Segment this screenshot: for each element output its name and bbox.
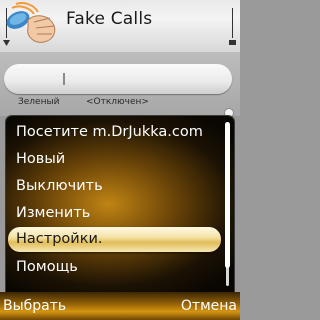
- select-softkey[interactable]: Выбрать: [3, 298, 66, 314]
- battery-indicator-icon: [229, 8, 236, 45]
- title-bar: Fake Calls: [0, 0, 240, 52]
- menu-item-help[interactable]: Помощь: [6, 255, 222, 280]
- text-cursor: [63, 73, 65, 85]
- idle-panel: Зеленый <Отключен>: [0, 52, 240, 118]
- cancel-softkey[interactable]: Отмена: [181, 298, 237, 314]
- status-state: <Отключен>: [86, 97, 149, 107]
- status-profile: Зеленый: [18, 97, 60, 107]
- app-title: Fake Calls: [66, 9, 153, 29]
- search-field[interactable]: [4, 64, 232, 94]
- options-menu: Посетите m.DrJukka.com Новый Выключить И…: [6, 116, 234, 292]
- phone-hand-icon: [6, 2, 56, 43]
- menu-item-turn-off[interactable]: Выключить: [6, 174, 222, 199]
- menu-item-visit-site[interactable]: Посетите m.DrJukka.com: [6, 120, 222, 145]
- menu-item-settings[interactable]: Настройки.: [8, 227, 221, 252]
- scrollbar-thumb[interactable]: [225, 122, 230, 268]
- softkey-bar: Выбрать Отмена: [0, 292, 240, 320]
- menu-item-new[interactable]: Новый: [6, 147, 222, 172]
- menu-item-edit[interactable]: Изменить: [6, 201, 222, 226]
